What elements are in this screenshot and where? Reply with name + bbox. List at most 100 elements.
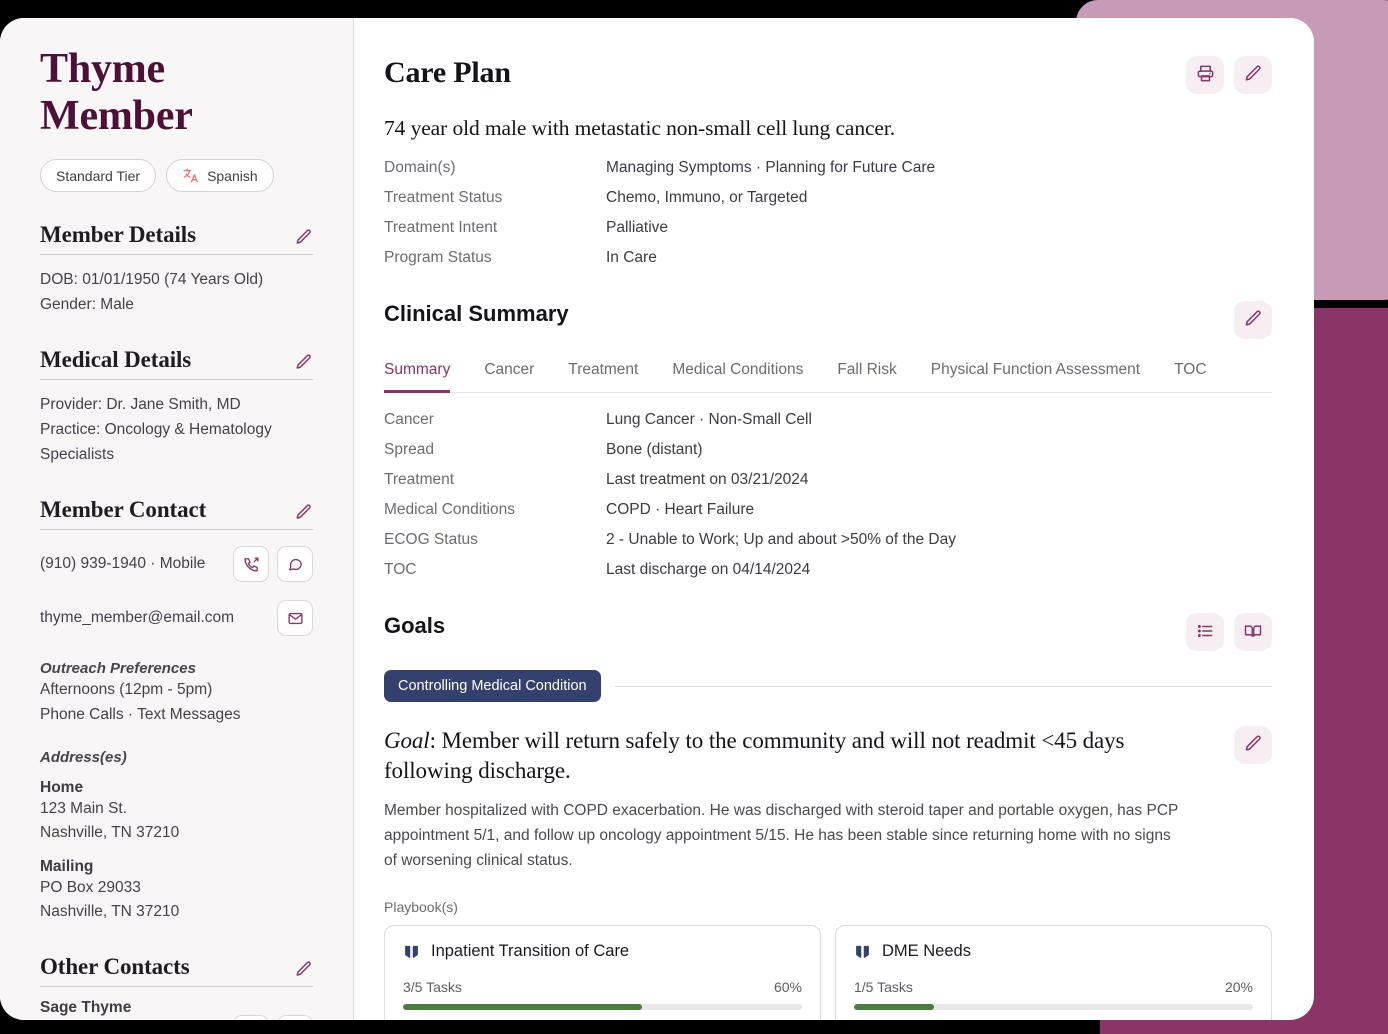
- summary-row: Spread Bone (distant): [384, 441, 1272, 459]
- field-value: Palliative: [606, 219, 668, 237]
- list-icon: [1196, 622, 1214, 643]
- edit-goal-button[interactable]: [1234, 726, 1272, 764]
- summary-value: Last treatment on 03/21/2024: [606, 471, 809, 489]
- badge-language[interactable]: Spanish: [166, 159, 274, 192]
- edit-clinical-summary-button[interactable]: [1234, 301, 1272, 339]
- playbook-meta: 1/5 Tasks 20%: [854, 979, 1253, 995]
- goal-statement: Goal: Member will return safely to the c…: [384, 726, 1179, 786]
- field-value: In Care: [606, 249, 657, 267]
- print-icon: [1196, 64, 1215, 86]
- mailing-address-line1: PO Box 29033: [40, 876, 313, 900]
- badge-tier[interactable]: Standard Tier: [40, 159, 156, 192]
- clinical-summary-title: Clinical Summary: [384, 301, 569, 327]
- goal-body: : Member will return safely to the commu…: [384, 728, 1124, 783]
- field-value: Managing Symptoms · Planning for Future …: [606, 159, 935, 177]
- summary-key: TOC: [384, 561, 606, 579]
- goal-category-chip[interactable]: Controlling Medical Condition: [384, 670, 601, 702]
- field-key: Treatment Status: [384, 189, 606, 207]
- member-sidebar: Thyme Member Standard Tier Spanish: [0, 18, 354, 1020]
- member-name-line1: Thyme: [40, 46, 313, 93]
- clinical-summary-fields: Cancer Lung Cancer · Non-Small Cell Spre…: [384, 411, 1272, 579]
- care-plan-subtitle: 74 year old male with metastatic non-sma…: [384, 116, 1272, 141]
- goal-label: Goal: [384, 728, 430, 753]
- tab-cancer[interactable]: Cancer: [484, 361, 534, 393]
- field-value: Chemo, Immuno, or Targeted: [606, 189, 807, 207]
- tab-physical-function-assessment[interactable]: Physical Function Assessment: [931, 361, 1140, 393]
- edit-member-contact-icon[interactable]: [295, 503, 313, 523]
- section-header-medical-details: Medical Details: [40, 347, 313, 380]
- edit-other-contacts-icon[interactable]: [295, 960, 313, 980]
- message-blocked-icon[interactable]: [277, 1015, 313, 1020]
- summary-key: Spread: [384, 441, 606, 459]
- tab-treatment[interactable]: Treatment: [568, 361, 638, 393]
- other-contacts-title: Other Contacts: [40, 954, 190, 980]
- clinical-summary-tabs: Summary Cancer Treatment Medical Conditi…: [384, 361, 1272, 393]
- edit-icon: [1244, 309, 1263, 331]
- tab-summary[interactable]: Summary: [384, 361, 450, 393]
- member-details-title: Member Details: [40, 222, 196, 248]
- playbook-progress-track: [854, 1004, 1253, 1010]
- badge-language-label: Spanish: [207, 168, 258, 184]
- playbook-view-button[interactable]: [1234, 613, 1272, 651]
- email-member-icon[interactable]: [277, 600, 313, 636]
- call-member-icon[interactable]: [233, 546, 269, 582]
- summary-key: Treatment: [384, 471, 606, 489]
- field-row: Treatment Status Chemo, Immuno, or Targe…: [384, 189, 1272, 207]
- app-window: Thyme Member Standard Tier Spanish: [0, 18, 1314, 1020]
- tab-medical-conditions[interactable]: Medical Conditions: [672, 361, 803, 393]
- member-email-row: thyme_member@email.com: [40, 598, 313, 638]
- playbook-title: DME Needs: [882, 942, 971, 961]
- member-gender: Gender: Male: [40, 292, 313, 317]
- goal-statement-block: Goal: Member will return safely to the c…: [384, 726, 1272, 786]
- playbook-meta: 3/5 Tasks 60%: [403, 979, 802, 995]
- home-address-line1: 123 Main St.: [40, 797, 313, 821]
- care-plan-fields: Domain(s) Managing Symptoms · Planning f…: [384, 159, 1272, 267]
- tab-fall-risk[interactable]: Fall Risk: [837, 361, 896, 393]
- mailing-address-line2: Nashville, TN 37210: [40, 900, 313, 924]
- playbooks-grid: Inpatient Transition of Care 3/5 Tasks 6…: [384, 925, 1272, 1020]
- message-member-icon[interactable]: [277, 546, 313, 582]
- care-plan-header: Care Plan: [384, 56, 1272, 94]
- home-address-label: Home: [40, 779, 313, 797]
- playbooks-label: Playbook(s): [384, 899, 1272, 915]
- edit-member-details-icon[interactable]: [295, 228, 313, 248]
- summary-row: ECOG Status 2 - Unable to Work; Up and a…: [384, 531, 1272, 549]
- goals-actions: [1186, 613, 1272, 651]
- medical-details-title: Medical Details: [40, 347, 191, 373]
- medical-practice: Practice: Oncology & Hematology Speciali…: [40, 417, 313, 467]
- goal-note: Member hospitalized with COPD exacerbati…: [384, 798, 1184, 873]
- page-title: Care Plan: [384, 56, 511, 90]
- call-other-contact-icon[interactable]: [233, 1015, 269, 1020]
- member-badges: Standard Tier Spanish: [40, 159, 313, 192]
- summary-value: Bone (distant): [606, 441, 703, 459]
- member-phone-row: (910) 939-1940 · Mobile: [40, 544, 313, 584]
- field-key: Program Status: [384, 249, 606, 267]
- summary-key: ECOG Status: [384, 531, 606, 549]
- edit-icon: [1244, 734, 1263, 756]
- book-icon: [403, 943, 420, 960]
- field-key: Treatment Intent: [384, 219, 606, 237]
- playbook-tasks: 3/5 Tasks: [403, 979, 462, 995]
- print-button[interactable]: [1186, 56, 1224, 94]
- playbook-card[interactable]: Inpatient Transition of Care 3/5 Tasks 6…: [384, 925, 821, 1020]
- playbook-card[interactable]: DME Needs 1/5 Tasks 20%: [835, 925, 1272, 1020]
- playbook-percent: 20%: [1225, 979, 1253, 995]
- medical-provider: Provider: Dr. Jane Smith, MD: [40, 392, 313, 417]
- screen: Thyme Member Standard Tier Spanish: [0, 0, 1388, 1034]
- edit-care-plan-button[interactable]: [1234, 56, 1272, 94]
- list-view-button[interactable]: [1186, 613, 1224, 651]
- section-header-other-contacts: Other Contacts: [40, 954, 313, 987]
- outreach-modes: Phone Calls · Text Messages: [40, 702, 313, 727]
- section-header-member-details: Member Details: [40, 222, 313, 255]
- member-name-line2: Member: [40, 93, 313, 140]
- goals-title: Goals: [384, 613, 445, 639]
- edit-icon: [1244, 64, 1263, 86]
- edit-medical-details-icon[interactable]: [295, 353, 313, 373]
- care-plan-main: Care Plan: [354, 18, 1314, 1020]
- summary-value: Lung Cancer · Non-Small Cell: [606, 411, 812, 429]
- member-phone-value: (910) 939-1940 · Mobile: [40, 555, 225, 573]
- mailing-address-label: Mailing: [40, 858, 313, 876]
- playbook-tasks: 1/5 Tasks: [854, 979, 913, 995]
- member-name: Thyme Member: [40, 46, 313, 140]
- tab-toc[interactable]: TOC: [1174, 361, 1206, 393]
